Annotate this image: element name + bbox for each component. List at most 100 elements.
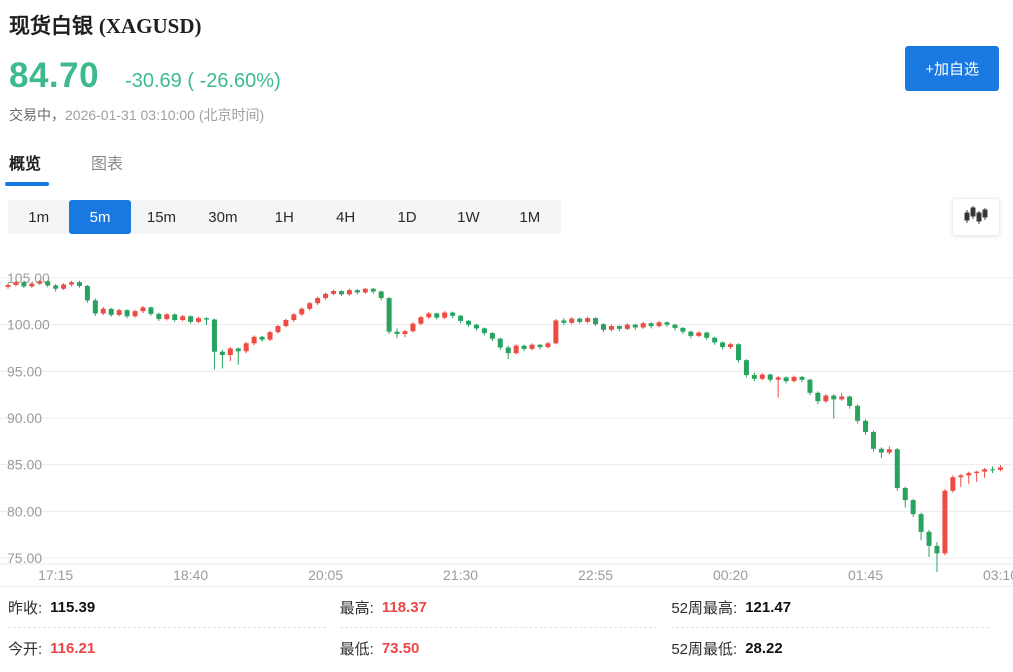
tab-overview[interactable]: 概览 xyxy=(9,150,41,186)
y-axis-tick: 80.00 xyxy=(7,503,42,519)
timeframe-button-1H[interactable]: 1H xyxy=(254,200,315,234)
trading-status: 交易中， xyxy=(9,107,65,123)
candle-body xyxy=(990,469,995,470)
stat-row: 昨收:115.39 xyxy=(8,587,326,628)
candle-body xyxy=(6,285,11,287)
timeframe-button-4H[interactable]: 4H xyxy=(315,200,376,234)
candle-body xyxy=(196,318,201,322)
candle-body xyxy=(37,281,42,283)
candle-body xyxy=(220,352,225,355)
timeframe-button-1W[interactable]: 1W xyxy=(438,200,499,234)
candle-body xyxy=(958,475,963,477)
timeframe-button-1M[interactable]: 1M xyxy=(499,200,560,234)
timeframe-button-1m[interactable]: 1m xyxy=(8,200,69,234)
candle-body xyxy=(760,375,765,379)
timeframe-button-30m[interactable]: 30m xyxy=(192,200,253,234)
candle-body xyxy=(268,332,273,339)
stat-value: 73.50 xyxy=(382,640,420,657)
candle-body xyxy=(942,491,947,554)
view-tabs: 概览 图表 xyxy=(9,150,173,186)
add-to-watchlist-button[interactable]: +加自选 xyxy=(905,46,999,91)
candle-body xyxy=(506,348,511,354)
candle-body xyxy=(156,314,161,319)
candle-body xyxy=(577,319,582,322)
price-chart[interactable]: 105.00100.0095.0090.0085.0080.0075.0017:… xyxy=(0,258,1013,586)
candle-body xyxy=(641,323,646,327)
stat-column: 52周最高:121.4752周最低:28.22 xyxy=(671,587,989,672)
candle-body xyxy=(252,337,257,344)
candle-body xyxy=(434,313,439,317)
quote-header: 现货白银 (XAGUSD) 84.70 -30.69 ( -26.60%) 交易… xyxy=(9,10,281,125)
stat-value: 28.22 xyxy=(745,640,783,657)
candle-body xyxy=(299,309,304,315)
y-axis-tick: 100.00 xyxy=(7,317,50,333)
candlestick-chart[interactable]: 105.00100.0095.0090.0085.0080.0075.0017:… xyxy=(0,258,1013,586)
candle-body xyxy=(307,303,312,309)
candle-body xyxy=(85,286,90,300)
timeframe-toolbar: 1m5m15m30m1H4H1D1W1M xyxy=(8,199,1013,239)
candle-body xyxy=(204,318,209,319)
candle-body xyxy=(172,314,177,320)
candle-body xyxy=(553,320,558,343)
stat-label: 最高: xyxy=(340,597,374,618)
candle-body xyxy=(807,380,812,393)
candle-body xyxy=(133,311,138,316)
candle-body xyxy=(53,285,58,288)
candle-body xyxy=(776,377,781,379)
y-axis-tick: 75.00 xyxy=(7,550,42,566)
candle-body xyxy=(93,300,98,313)
candle-body xyxy=(275,326,280,332)
candle-body xyxy=(688,332,693,336)
candle-body xyxy=(927,532,932,546)
x-axis-tick: 17:15 xyxy=(38,567,73,583)
candle-body xyxy=(911,500,916,514)
candle-body xyxy=(823,396,828,402)
candle-body xyxy=(13,282,18,285)
candle-body xyxy=(672,325,677,328)
x-axis-tick: 22:55 xyxy=(578,567,613,583)
candle-body xyxy=(283,320,288,326)
candle-body xyxy=(720,342,725,347)
candle-body xyxy=(514,346,519,353)
candle-body xyxy=(569,319,574,323)
candle-body xyxy=(387,298,392,332)
candle-body xyxy=(625,325,630,329)
candle-body xyxy=(895,449,900,488)
candle-body xyxy=(768,375,773,380)
stat-row: 52周最低:28.22 xyxy=(671,628,989,669)
timeframe-button-5m[interactable]: 5m xyxy=(69,200,130,234)
candle-body xyxy=(212,320,217,352)
tab-chart[interactable]: 图表 xyxy=(91,150,123,186)
candle-body xyxy=(244,343,249,351)
candle-body xyxy=(355,290,360,292)
chart-style-button[interactable] xyxy=(952,198,1000,236)
candle-body xyxy=(260,337,265,340)
candle-body xyxy=(545,343,550,347)
candle-body xyxy=(45,281,50,285)
candle-body xyxy=(101,309,106,314)
candle-body xyxy=(585,318,590,322)
candle-body xyxy=(315,298,320,303)
candle-body xyxy=(530,345,535,349)
candle-body xyxy=(792,377,797,381)
candle-body xyxy=(228,348,233,355)
candle-body xyxy=(736,344,741,360)
candle-body xyxy=(871,432,876,449)
candle-body xyxy=(291,314,296,320)
candle-body xyxy=(855,406,860,421)
candle-body xyxy=(815,393,820,401)
timeframe-button-1D[interactable]: 1D xyxy=(376,200,437,234)
candle-body xyxy=(442,313,447,318)
x-axis-tick: 18:40 xyxy=(173,567,208,583)
candle-body xyxy=(839,397,844,400)
candle-body xyxy=(863,421,868,432)
candle-body xyxy=(966,473,971,475)
instrument-symbol-text: (XAGUSD) xyxy=(99,14,202,38)
timeframe-button-15m[interactable]: 15m xyxy=(131,200,192,234)
candle-body xyxy=(593,318,598,324)
timeframe-bar: 1m5m15m30m1H4H1D1W1M xyxy=(8,200,561,234)
candle-body xyxy=(800,377,805,380)
candle-body xyxy=(339,291,344,294)
candle-body xyxy=(609,326,614,330)
candle-body xyxy=(21,282,26,286)
